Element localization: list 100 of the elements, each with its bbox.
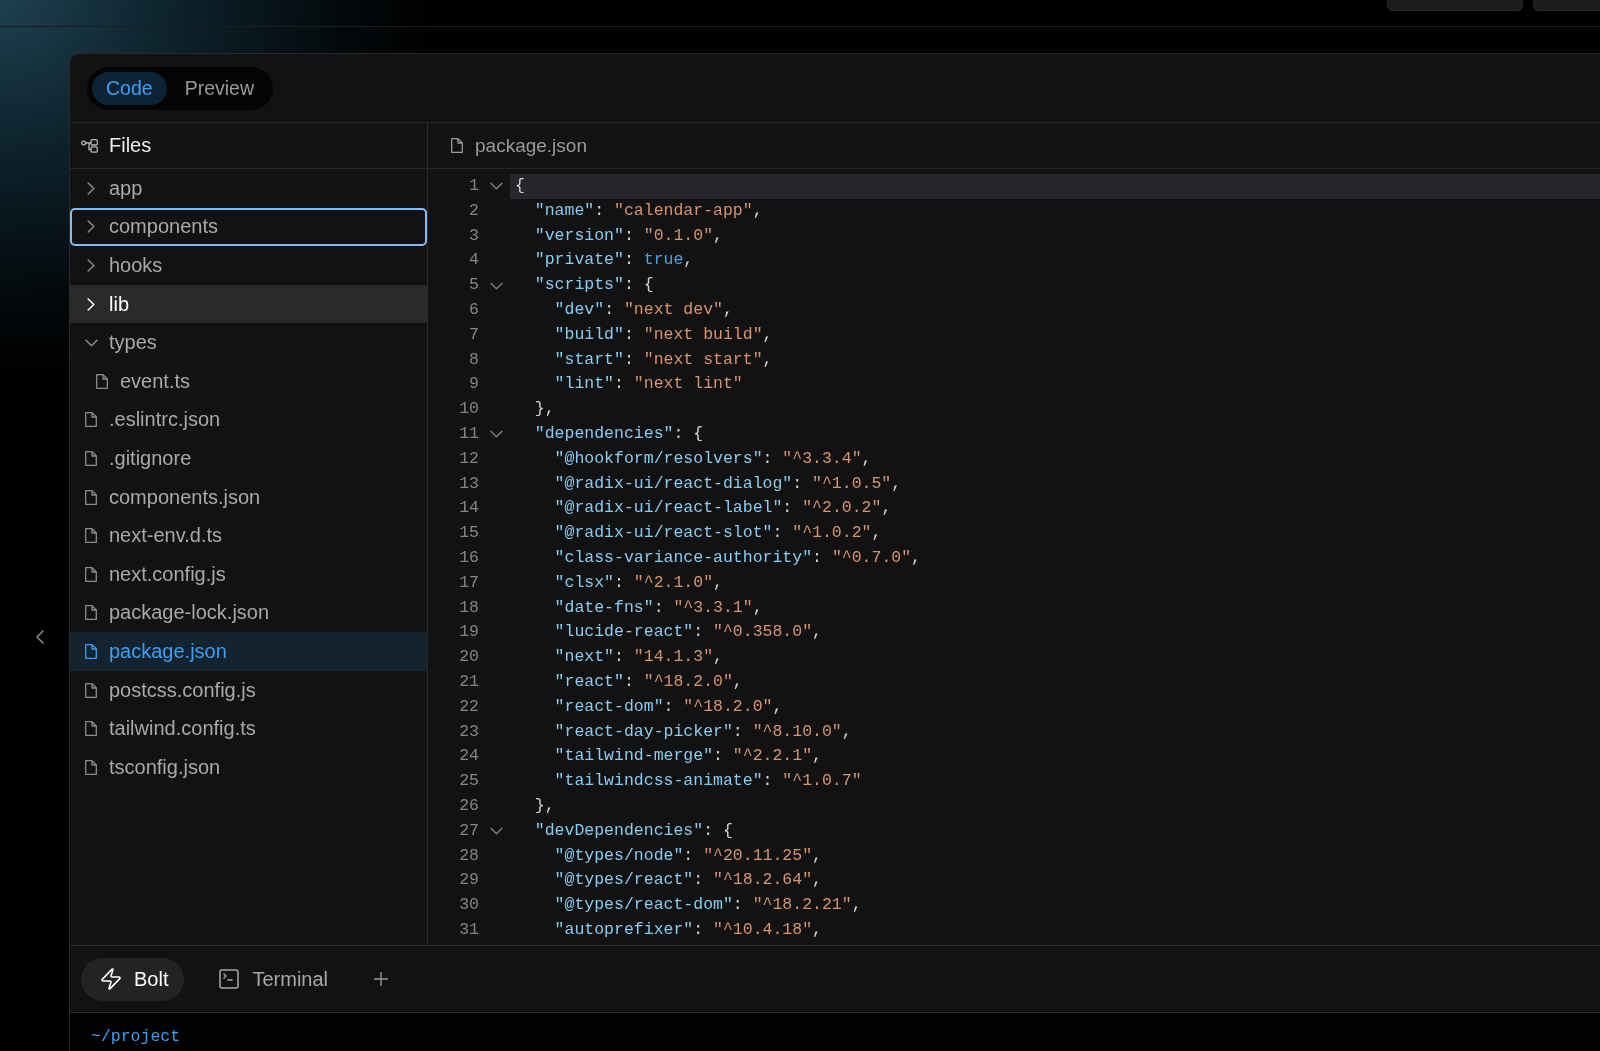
code-line: "class-variance-authority": "^0.7.0", [553,546,922,569]
line-number: 16 [458,546,479,569]
code-line: "tailwind-merge": "^2.2.1", [553,745,823,768]
file-icon [451,138,463,153]
line-number: 29 [458,869,479,892]
line-number: 30 [458,894,479,917]
view-tab[interactable]: Code [92,71,167,105]
code-line: "@types/node": "^20.11.25", [553,844,823,867]
code-line: "@types/react-dom": "^18.2.21", [553,894,863,917]
line-number: 8 [468,348,479,371]
line-number: 2 [468,199,479,222]
line-number: 26 [458,794,479,817]
folder-item[interactable]: components [70,207,427,247]
panel-tab[interactable]: Bolt [81,957,185,1001]
file-item[interactable]: package-lock.json [70,593,427,633]
code-line: "name": "calendar-app", [533,199,764,222]
code-line: "@radix-ui/react-slot": "^1.0.2", [553,522,883,545]
file-item[interactable]: tailwind.config.ts [70,709,427,748]
code-line: "start": "next start", [553,348,774,371]
line-number: 22 [458,695,479,718]
file-item[interactable]: components.json [70,477,427,517]
code-line: "@hookform/resolvers": "^3.3.4", [553,447,873,470]
code-line: "scripts": { [533,274,655,297]
folder-item[interactable]: app [70,169,427,208]
code-line: "private": true, [533,249,695,272]
line-number: 12 [458,447,479,470]
code-line: "build": "next build", [553,323,774,346]
file-item[interactable]: .eslintrc.json [70,400,427,440]
code-line: "react": "^18.2.0", [553,670,744,693]
code-line: "tailwindcss-animate": "^1.0.7" [553,770,863,793]
code-line: "@radix-ui/react-dialog": "^1.0.5", [553,472,903,495]
line-number: 27 [458,819,479,842]
code-line: "dev": "next dev", [553,299,734,321]
code-line: "date-fns": "^3.3.1", [553,596,764,619]
file-item[interactable]: event.ts [70,361,427,401]
file-item[interactable]: package.json [70,632,427,671]
line-number: 5 [468,274,479,297]
line-number: 24 [458,745,479,768]
code-line: "@radix-ui/react-label": "^2.0.2", [553,497,893,520]
line-number: 4 [468,249,479,272]
file-item[interactable]: postcss.config.js [70,670,427,710]
file-icon [85,605,97,621]
file-icon [85,412,97,428]
file-icon [96,373,108,389]
line-number: 31 [458,918,479,941]
file-item[interactable]: .gitignore [70,439,427,478]
folder-item[interactable]: lib [70,284,427,324]
line-number: 10 [458,398,479,421]
line-number: 13 [458,472,479,495]
line-number: 11 [458,422,479,445]
line-number: 25 [458,770,479,793]
fold-chevron-icon[interactable] [490,430,503,439]
code-line: "version": "0.1.0", [533,224,724,247]
file-tab[interactable]: package.json [451,134,587,157]
line-number: 20 [458,646,479,669]
file-icon [85,682,97,698]
line-number: 18 [458,596,479,619]
fold-chevron-icon[interactable] [490,281,503,290]
code-line: "lucide-react": "^0.358.0", [553,621,823,644]
code-line: "@types/react": "^18.2.64", [553,869,823,892]
file-icon [85,450,97,466]
line-number: 6 [468,299,479,321]
code-line: "devDependencies": { [533,819,734,842]
code-line: "react-dom": "^18.2.0", [553,695,784,718]
code-line: "clsx": "^2.1.0", [553,571,724,594]
panel-tab[interactable]: Terminal [199,957,345,1001]
line-number: 21 [458,670,479,693]
line-number: 3 [468,224,479,247]
line-number: 14 [458,497,479,520]
line-number: 28 [458,844,479,867]
line-number: 15 [458,522,479,545]
line-number: 1 [468,175,479,197]
file-icon [85,528,97,544]
code-line: "lint": "next lint" [553,373,744,396]
code-line: "dependencies": { [533,422,705,445]
code-line: }, [533,794,556,817]
code-line: "autoprefixer": "^10.4.18", [553,918,823,941]
file-icon [85,721,97,737]
file-icon [85,643,97,659]
lightning-icon [99,967,123,991]
code-line: "react-day-picker": "^8.10.0", [553,720,853,743]
code-line: "next": "14.1.3", [553,646,724,669]
fold-chevron-icon[interactable] [490,827,503,836]
file-item[interactable]: tsconfig.json [70,747,427,787]
line-number: 23 [458,720,479,743]
file-item[interactable]: next-env.d.ts [70,516,427,555]
line-number: 17 [458,571,479,594]
panel-title: Files [109,134,152,157]
code-line: }, [533,398,556,421]
file-item[interactable]: next.config.js [70,554,427,594]
file-icon [85,759,97,775]
line-number: 9 [468,373,479,396]
file-icon [85,566,97,582]
line-number: 7 [468,323,479,346]
terminal-prompt: ~/project [91,1027,181,1046]
folder-item[interactable]: types [70,323,427,362]
folder-item[interactable]: hooks [70,246,427,285]
view-tab[interactable]: Preview [170,71,268,105]
file-tree-icon [81,138,98,153]
fold-chevron-icon[interactable] [490,182,503,191]
